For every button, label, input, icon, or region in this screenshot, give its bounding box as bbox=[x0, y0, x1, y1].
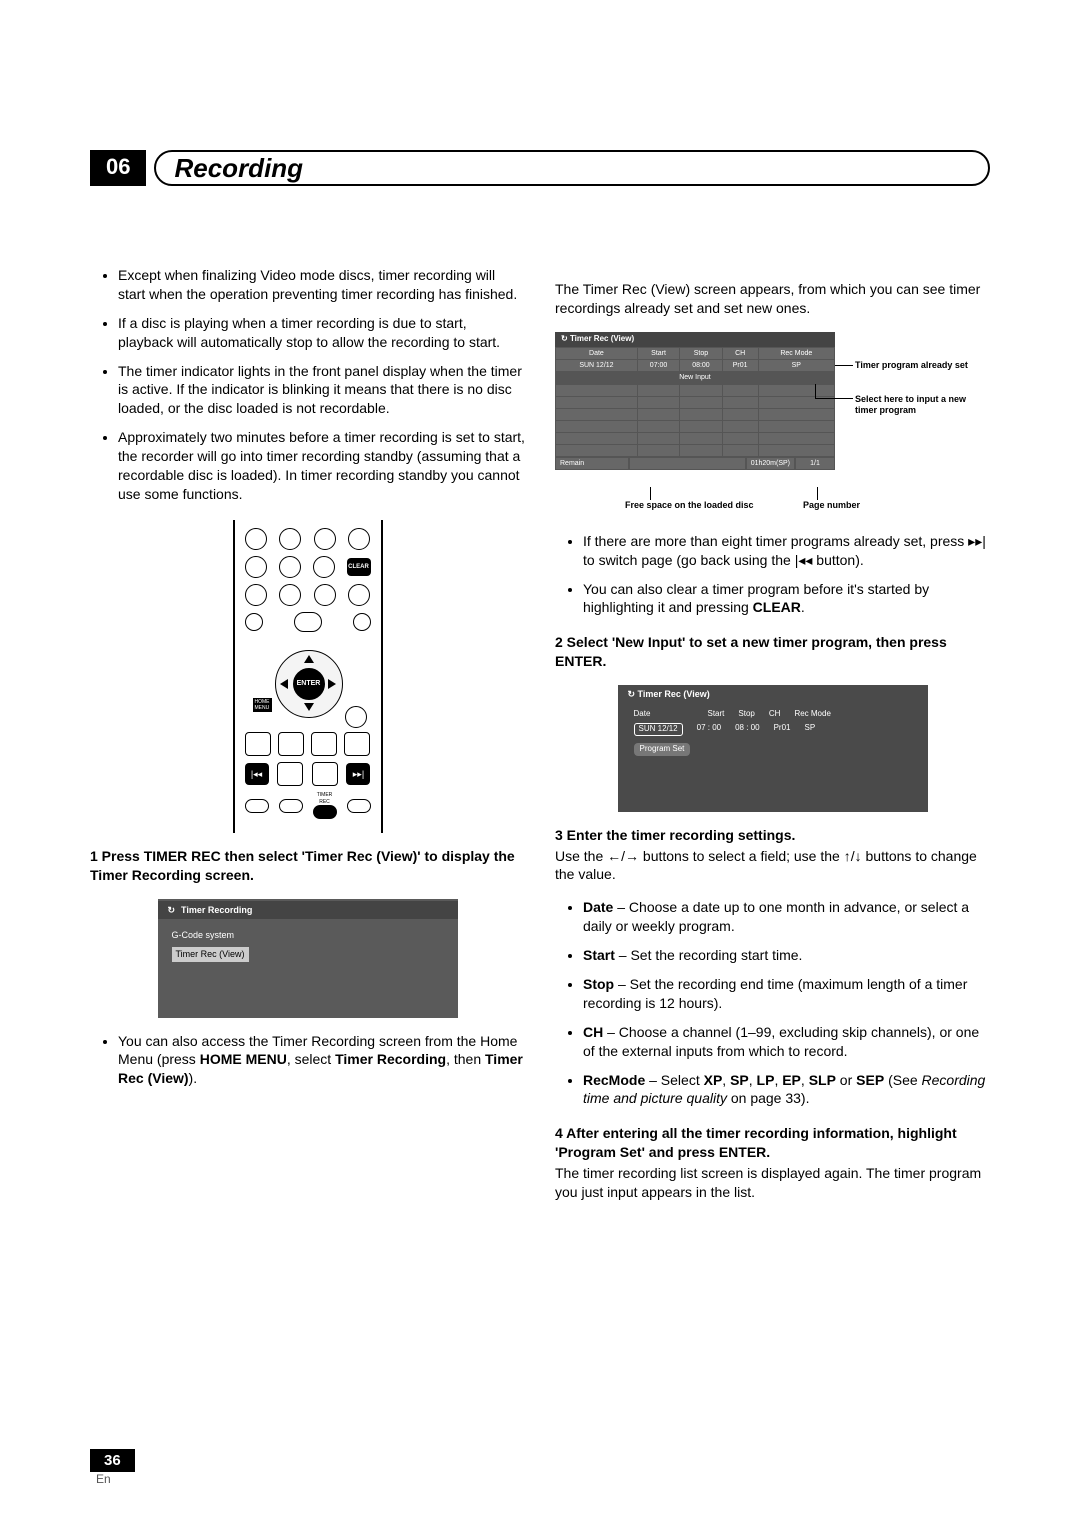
enter-button-icon: ENTER bbox=[293, 668, 325, 700]
access-note: You can also access the Timer Recording … bbox=[118, 1032, 525, 1089]
step-3-heading: 3 Enter the timer recording settings. bbox=[555, 826, 990, 845]
note-clear: You can also clear a timer program befor… bbox=[583, 580, 990, 618]
note-item: Approximately two minutes before a timer… bbox=[118, 428, 525, 504]
osd-timer-rec-view: ↻ Timer Rec (View) DateStart StopCH Rec … bbox=[555, 332, 835, 471]
callout-page-number: Page number bbox=[803, 500, 860, 511]
step-1-heading: 1 Press TIMER REC then select 'Timer Rec… bbox=[90, 847, 525, 885]
language-code: En bbox=[96, 1472, 111, 1486]
next-skip-icon: ▸▸| bbox=[346, 763, 370, 785]
note-item: If a disc is playing when a timer record… bbox=[118, 314, 525, 352]
callout-program-set: Timer program already set bbox=[855, 360, 968, 371]
callout-free-space: Free space on the loaded disc bbox=[625, 500, 754, 511]
remote-illustration: CLEAR ENTER HOMEMENU |◂◂ bbox=[233, 520, 383, 834]
setting-date: Date – Choose a date up to one month in … bbox=[583, 898, 990, 936]
osd-title: Timer Recording bbox=[158, 901, 458, 919]
chapter-header: 06 Recording bbox=[90, 150, 990, 186]
page-footer: 36 En bbox=[90, 1452, 135, 1488]
clear-button-icon: CLEAR bbox=[347, 558, 371, 576]
page-number: 36 bbox=[90, 1449, 135, 1472]
program-set-button: Program Set bbox=[634, 743, 691, 756]
step-4-heading: 4 After entering all the timer recording… bbox=[555, 1124, 990, 1162]
osd-new-input: ↻ Timer Rec (View) Date Start Stop CH Re… bbox=[618, 685, 928, 812]
step-2-heading: 2 Select 'New Input' to set a new timer … bbox=[555, 633, 990, 671]
home-menu-icon: HOMEMENU bbox=[253, 698, 272, 712]
osd-item-timer-rec-view: Timer Rec (View) bbox=[172, 947, 249, 961]
left-column: Except when finalizing Video mode discs,… bbox=[90, 266, 525, 1216]
intro-text: The Timer Rec (View) screen appears, fro… bbox=[555, 280, 990, 318]
prev-skip-icon: |◂◂ bbox=[245, 763, 269, 785]
step-3-usage: Use the ←/→ buttons to select a field; u… bbox=[555, 847, 990, 885]
right-column: The Timer Rec (View) screen appears, fro… bbox=[555, 266, 990, 1216]
osd-timer-recording: Timer Recording G-Code system Timer Rec … bbox=[158, 899, 458, 1017]
step-4-text: The timer recording list screen is displ… bbox=[555, 1164, 990, 1202]
osd-title: ↻ Timer Rec (View) bbox=[555, 332, 835, 347]
chapter-title: Recording bbox=[154, 150, 990, 186]
setting-stop: Stop – Set the recording end time (maxim… bbox=[583, 975, 990, 1013]
setting-start: Start – Set the recording start time. bbox=[583, 946, 990, 965]
osd-item-gcode: G-Code system bbox=[172, 929, 444, 941]
dpad-icon: ENTER HOMEMENU bbox=[263, 638, 353, 728]
setting-ch: CH – Choose a channel (1–99, excluding s… bbox=[583, 1023, 990, 1061]
setting-recmode: RecMode – Select XP, SP, LP, EP, SLP or … bbox=[583, 1071, 990, 1109]
note-item: Except when finalizing Video mode discs,… bbox=[118, 266, 525, 304]
timer-rec-label: TIMER REC bbox=[313, 792, 337, 806]
callout-select-here: Select here to input a new timer program bbox=[855, 394, 990, 416]
notes-list: Except when finalizing Video mode discs,… bbox=[90, 266, 525, 504]
note-switch-page: If there are more than eight timer progr… bbox=[583, 532, 990, 570]
chapter-number: 06 bbox=[90, 150, 146, 186]
note-item: The timer indicator lights in the front … bbox=[118, 362, 525, 419]
